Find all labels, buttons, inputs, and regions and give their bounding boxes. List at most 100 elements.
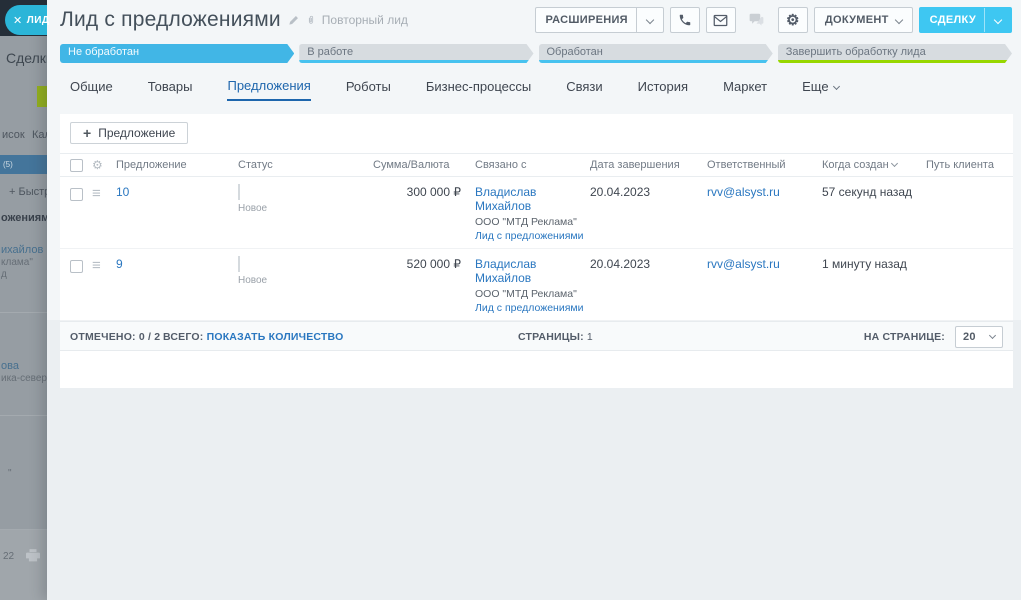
header-toolbar: РАСШИРЕНИЯ ⚙ ДОКУМЕНТ СДЕЛКУ [534, 7, 1012, 33]
extensions-label: РАСШИРЕНИЯ [545, 14, 628, 26]
responsible-cell: rvv@alsyst.ru [707, 182, 822, 199]
row-menu-icon[interactable]: ≡ [92, 258, 116, 273]
row-checkbox[interactable] [70, 259, 83, 273]
tab-general[interactable]: Общие [70, 78, 113, 101]
divider [984, 8, 985, 32]
column-amount[interactable]: Сумма/Валюта [373, 159, 475, 171]
stage-finish-processing[interactable]: Завершить обработку лида [778, 44, 1012, 63]
divider [635, 8, 637, 32]
chat-button[interactable] [742, 7, 772, 33]
status-label: Новое [238, 203, 268, 214]
settings-button[interactable]: ⚙ [777, 7, 808, 33]
responsible-cell: rvv@alsyst.ru [707, 254, 822, 271]
stage-processed[interactable]: Обработан [539, 44, 773, 63]
document-button[interactable]: ДОКУМЕНТ [813, 7, 913, 33]
related-cell: Владислав Михайлов ООО "МТД Реклама" Лид… [475, 182, 590, 243]
responsible-link[interactable]: rvv@alsyst.ru [707, 185, 780, 199]
background-company-text: ика-север" [1, 373, 51, 384]
close-icon[interactable]: ✕ [13, 14, 23, 27]
stage-in-progress[interactable]: В работе [299, 44, 533, 63]
add-quote-label: Предложение [98, 126, 176, 140]
background-kanban-count: (5) [3, 160, 13, 169]
table-row: ≡ 9 Новое 520 000 ₽ Владислав Михайлов О… [60, 249, 1013, 321]
show-count-link[interactable]: ПОКАЗАТЬ КОЛИЧЕСТВО [207, 331, 344, 343]
select-all-checkbox[interactable] [70, 158, 83, 172]
stage-label: Обработан [546, 46, 603, 58]
edit-title-icon[interactable] [288, 15, 299, 26]
chevron-down-icon[interactable] [993, 15, 1003, 25]
background-text: д [1, 269, 7, 280]
column-responsible[interactable]: Ответственный [707, 159, 822, 171]
background-contact-link: ова [1, 360, 19, 372]
screen: Сделки исок Кал (5) + Быстр ожениями иха… [0, 0, 1021, 600]
background-contact-link: ихайлов [1, 244, 44, 256]
chevron-down-icon[interactable] [645, 15, 655, 25]
row-checkbox[interactable] [70, 188, 83, 201]
contact-link[interactable]: Владислав Михайлов [475, 185, 536, 213]
sort-desc-icon [890, 159, 898, 168]
tab-links[interactable]: Связи [566, 78, 602, 101]
company-text: ООО "МТД Реклама" [475, 287, 577, 300]
status-cell: Новое [238, 254, 373, 286]
column-related[interactable]: Связано с [475, 159, 590, 171]
quotes-grid: + Предложение ⚙ Предложение Статус Сумма… [60, 114, 1013, 388]
column-quote[interactable]: Предложение [116, 159, 238, 171]
tab-robots[interactable]: Роботы [346, 78, 391, 101]
per-page-select[interactable]: 20 [955, 325, 1003, 348]
column-created-sorted[interactable]: Когда создан [822, 159, 926, 171]
grid-settings-icon[interactable]: ⚙ [92, 159, 116, 171]
tab-label: Бизнес-процессы [425, 79, 532, 94]
company-text: ООО "МТД Реклама" [475, 215, 577, 228]
stage-label: Не обработан [68, 46, 140, 58]
contact-link[interactable]: Владислав Михайлов [475, 257, 536, 285]
responsible-link[interactable]: rvv@alsyst.ru [707, 257, 780, 271]
quote-id-link[interactable]: 10 [116, 182, 238, 199]
plus-icon: + [83, 125, 92, 141]
lead-link[interactable]: Лид с предложениями [475, 302, 584, 314]
lead-header: Лид с предложениями Повторный лид РАСШИР… [47, 0, 1021, 40]
divider [0, 415, 47, 416]
per-page-value: 20 [963, 330, 976, 343]
column-status[interactable]: Статус [238, 159, 373, 171]
client-path-cell [926, 254, 1003, 257]
tab-label: Предложения [227, 78, 311, 93]
document-label: ДОКУМЕНТ [824, 14, 889, 26]
chevron-down-icon [988, 332, 997, 340]
background-view-tab: исок [2, 129, 25, 141]
tab-business-processes[interactable]: Бизнес-процессы [426, 78, 531, 101]
quote-id-link[interactable]: 9 [116, 254, 238, 271]
tab-history[interactable]: История [638, 78, 688, 101]
create-deal-button[interactable]: СДЕЛКУ [918, 7, 1012, 33]
checked-counter: ОТМЕЧЕНО: 0 / 2 [70, 331, 160, 343]
tab-label: Общие [70, 79, 113, 94]
grid-header-row: ⚙ Предложение Статус Сумма/Валюта Связан… [60, 153, 1013, 177]
gear-icon: ⚙ [786, 11, 800, 29]
tab-more[interactable]: Еще [802, 78, 840, 101]
extensions-button[interactable]: РАСШИРЕНИЯ [534, 7, 664, 33]
quote-id[interactable]: 10 [116, 185, 129, 199]
status-label: Новое [238, 274, 268, 286]
created-cell: 1 минуту назад [822, 256, 907, 271]
call-button[interactable] [669, 7, 700, 33]
column-client-path[interactable]: Путь клиента [926, 159, 1003, 171]
per-page-label: НА СТРАНИЦЕ: [863, 330, 945, 343]
lead-link[interactable]: Лид с предложениями [475, 230, 584, 242]
column-close-date[interactable]: Дата завершения [590, 159, 707, 171]
tab-products[interactable]: Товары [148, 78, 193, 101]
total-counter: ВСЕГО: ПОКАЗАТЬ КОЛИЧЕСТВО [163, 331, 343, 343]
tab-label: Роботы [345, 79, 391, 94]
row-menu-icon[interactable]: ≡ [92, 186, 116, 201]
pages-label: СТРАНИЦЫ: [518, 330, 584, 343]
tab-market[interactable]: Маркет [723, 78, 767, 101]
chevron-down-icon [894, 15, 903, 25]
tab-quotes[interactable]: Предложения [227, 78, 311, 101]
amount-cell: 300 000 ₽ [406, 185, 461, 199]
stage-not-processed[interactable]: Не обработан [60, 44, 294, 63]
slider-tab-lead[interactable]: ✕ ЛИД [5, 5, 49, 35]
add-quote-button[interactable]: + Предложение [70, 122, 189, 144]
chevron-down-icon [832, 82, 840, 91]
email-button[interactable] [705, 7, 736, 33]
background-add-lead-button [37, 86, 47, 107]
quote-id[interactable]: 9 [116, 257, 123, 271]
created-cell: 57 секунд назад [822, 185, 913, 199]
